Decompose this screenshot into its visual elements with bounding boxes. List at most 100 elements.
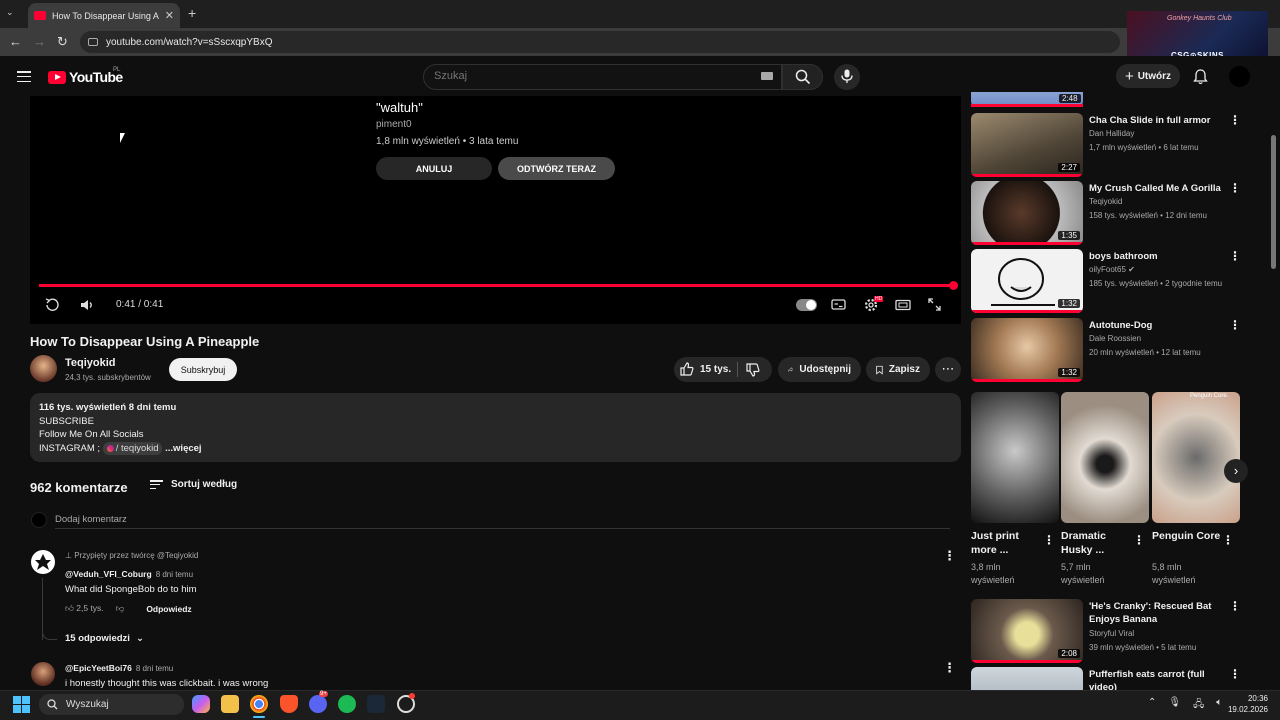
description-box[interactable]: 116 tys. wyświetleń 8 dni temu SUBSCRIBE…: [30, 393, 961, 462]
voice-search-button[interactable]: [834, 64, 860, 90]
scrubber-handle[interactable]: [949, 281, 958, 290]
autoplay-toggle[interactable]: [796, 299, 817, 311]
copilot-icon[interactable]: [192, 695, 210, 713]
forward-icon[interactable]: →: [33, 34, 46, 49]
keyboard-icon[interactable]: [761, 72, 773, 80]
recommendation-channel[interactable]: Dale Roossien: [1089, 334, 1141, 343]
recommendation-title[interactable]: Pufferfish eats carrot (full video): [1089, 668, 1229, 690]
recommendation-thumbnail[interactable]: 1:32: [971, 249, 1083, 313]
recommendation-item[interactable]: Pufferfish eats carrot (full video) ⋮: [971, 667, 1261, 690]
comment-menu-icon[interactable]: ⋮: [943, 660, 956, 676]
add-comment-input[interactable]: Dodaj komentarz: [55, 514, 127, 525]
short-menu-icon[interactable]: ⋮: [1043, 533, 1055, 547]
recommendation-thumbnail[interactable]: [971, 667, 1083, 690]
browser-tab[interactable]: How To Disappear Using A Pineapple ✕: [28, 3, 180, 28]
recommendation-channel[interactable]: oilyFoot65 ✔: [1089, 265, 1135, 274]
theater-mode-icon[interactable]: [895, 297, 911, 316]
recommendation-thumbnail[interactable]: 2:08: [971, 599, 1083, 663]
show-more-link[interactable]: ...więcej: [165, 443, 201, 454]
replay-icon[interactable]: [44, 297, 60, 316]
chrome-icon[interactable]: [250, 695, 268, 713]
channel-name[interactable]: Teqiyokid: [65, 357, 116, 369]
new-tab-icon[interactable]: +: [188, 5, 196, 21]
tab-list-chevron-icon[interactable]: ⌄: [6, 7, 14, 18]
comment-dislike-icon[interactable]: 👎︎: [116, 603, 125, 614]
short-thumbnail[interactable]: [1061, 392, 1149, 523]
recommendation-channel[interactable]: Teqiyokid: [1089, 197, 1122, 206]
reload-icon[interactable]: ↻: [57, 34, 68, 50]
page-scrollbar[interactable]: [1271, 135, 1276, 269]
short-thumbnail[interactable]: Penguin Core.: [1152, 392, 1240, 523]
channel-name[interactable]: oilyFoot65: [1089, 265, 1126, 274]
brave-icon[interactable]: [280, 695, 298, 713]
recommendation-thumbnail[interactable]: 2:27: [971, 113, 1083, 177]
channel-avatar[interactable]: [30, 355, 57, 382]
save-button[interactable]: Zapisz: [866, 357, 930, 382]
comment-time[interactable]: 8 dni temu: [136, 664, 173, 673]
dislike-icon[interactable]: [746, 363, 760, 377]
taskbar-search[interactable]: Wyszukaj: [39, 694, 184, 715]
play-now-button[interactable]: ODTWÓRZ TERAZ: [498, 157, 615, 180]
like-icon[interactable]: [680, 362, 694, 376]
subtitles-icon[interactable]: [831, 297, 846, 315]
site-info-icon[interactable]: [88, 38, 98, 46]
reply-button[interactable]: Odpowiedz: [146, 604, 191, 614]
fullscreen-icon[interactable]: [927, 297, 942, 315]
app-icon[interactable]: [397, 693, 415, 713]
short-title[interactable]: Dramatic Husky ...: [1061, 529, 1131, 557]
recommendation-item[interactable]: 2:27 Cha Cha Slide in full armor Dan Hal…: [971, 113, 1261, 178]
tray-chevron-icon[interactable]: ⌃: [1148, 697, 1156, 714]
clock[interactable]: 20:36 19.02.2026: [1222, 693, 1268, 715]
youtube-logo[interactable]: YouTube: [48, 69, 123, 85]
cancel-autoplay-button[interactable]: ANULUJ: [376, 157, 492, 180]
share-button[interactable]: Udostępnij: [778, 357, 861, 382]
mic-tray-icon[interactable]: 🎙︎: [1168, 697, 1181, 714]
comment-author-name[interactable]: @Veduh_VFI_Coburg: [65, 569, 152, 579]
discord-icon[interactable]: 9+: [309, 691, 328, 713]
spotify-icon[interactable]: [338, 695, 356, 713]
show-replies-button[interactable]: 15 odpowiedzi ⌄: [65, 633, 144, 644]
overlay-ad[interactable]: Gonkey Haunts Club CSG⊙SKINS: [1127, 11, 1268, 62]
progress-bar[interactable]: [39, 281, 958, 290]
comment-author[interactable]: @Veduh_VFI_Coburg 8 dni temu: [65, 569, 193, 579]
comment-author[interactable]: @EpicYeetBoi76 8 dni temu: [65, 663, 173, 673]
recommendation-title[interactable]: My Crush Called Me A Gorilla: [1089, 182, 1229, 195]
recommendation-channel[interactable]: Storyful Viral: [1089, 629, 1134, 638]
steam-icon[interactable]: [367, 695, 385, 713]
notifications-bell-icon[interactable]: [1193, 69, 1208, 88]
short-title[interactable]: Just print more ...: [971, 529, 1041, 557]
recommendation-menu-icon[interactable]: ⋮: [1229, 667, 1241, 681]
recommendation-title[interactable]: Cha Cha Slide in full armor: [1089, 114, 1229, 127]
instagram-link[interactable]: / teqiyokid: [102, 441, 163, 455]
search-input[interactable]: [434, 70, 734, 82]
shorts-next-arrow-icon[interactable]: ›: [1224, 459, 1248, 483]
menu-icon[interactable]: [17, 71, 31, 82]
more-actions-icon[interactable]: ⋯: [935, 357, 961, 382]
recommendation-item[interactable]: 1:35 My Crush Called Me A Gorilla Teqiyo…: [971, 181, 1261, 246]
recommendation-title[interactable]: 'He's Cranky': Rescued Bat Enjoys Banana: [1089, 600, 1229, 626]
account-avatar[interactable]: [1229, 66, 1250, 87]
recommendation-item[interactable]: 1:32 Autotune-Dog Dale Roossien 20 mln w…: [971, 318, 1261, 383]
recommendation-menu-icon[interactable]: ⋮: [1229, 181, 1241, 195]
subscribe-button[interactable]: Subskrybuj: [169, 358, 237, 381]
close-tab-icon[interactable]: ✕: [165, 9, 174, 22]
recommendation-menu-icon[interactable]: ⋮: [1229, 249, 1241, 263]
recommendation-title[interactable]: Autotune-Dog: [1089, 319, 1229, 332]
back-icon[interactable]: ←: [9, 34, 22, 49]
recommendation-item[interactable]: 2:08 'He's Cranky': Rescued Bat Enjoys B…: [971, 599, 1261, 664]
search-button[interactable]: [782, 64, 823, 90]
file-explorer-icon[interactable]: [221, 695, 239, 713]
comment-like-button[interactable]: 👍︎ 2,5 tys.: [65, 603, 104, 614]
like-count[interactable]: 15 tys.: [700, 364, 731, 375]
create-button[interactable]: + Utwórz: [1116, 64, 1180, 88]
network-icon[interactable]: 🖧︎: [1193, 697, 1204, 714]
comment-avatar[interactable]: [31, 662, 55, 686]
short-menu-icon[interactable]: ⋮: [1133, 533, 1145, 547]
short-title[interactable]: Penguin Core: [1152, 529, 1222, 543]
comment-avatar[interactable]: [31, 550, 55, 574]
recommendation-menu-icon[interactable]: ⋮: [1229, 318, 1241, 332]
recommendation-menu-icon[interactable]: ⋮: [1229, 113, 1241, 127]
recommendation-thumbnail[interactable]: 1:32: [971, 318, 1083, 382]
recommendation-title[interactable]: boys bathroom: [1089, 250, 1229, 263]
recommendation-thumbnail[interactable]: 1:35: [971, 181, 1083, 245]
